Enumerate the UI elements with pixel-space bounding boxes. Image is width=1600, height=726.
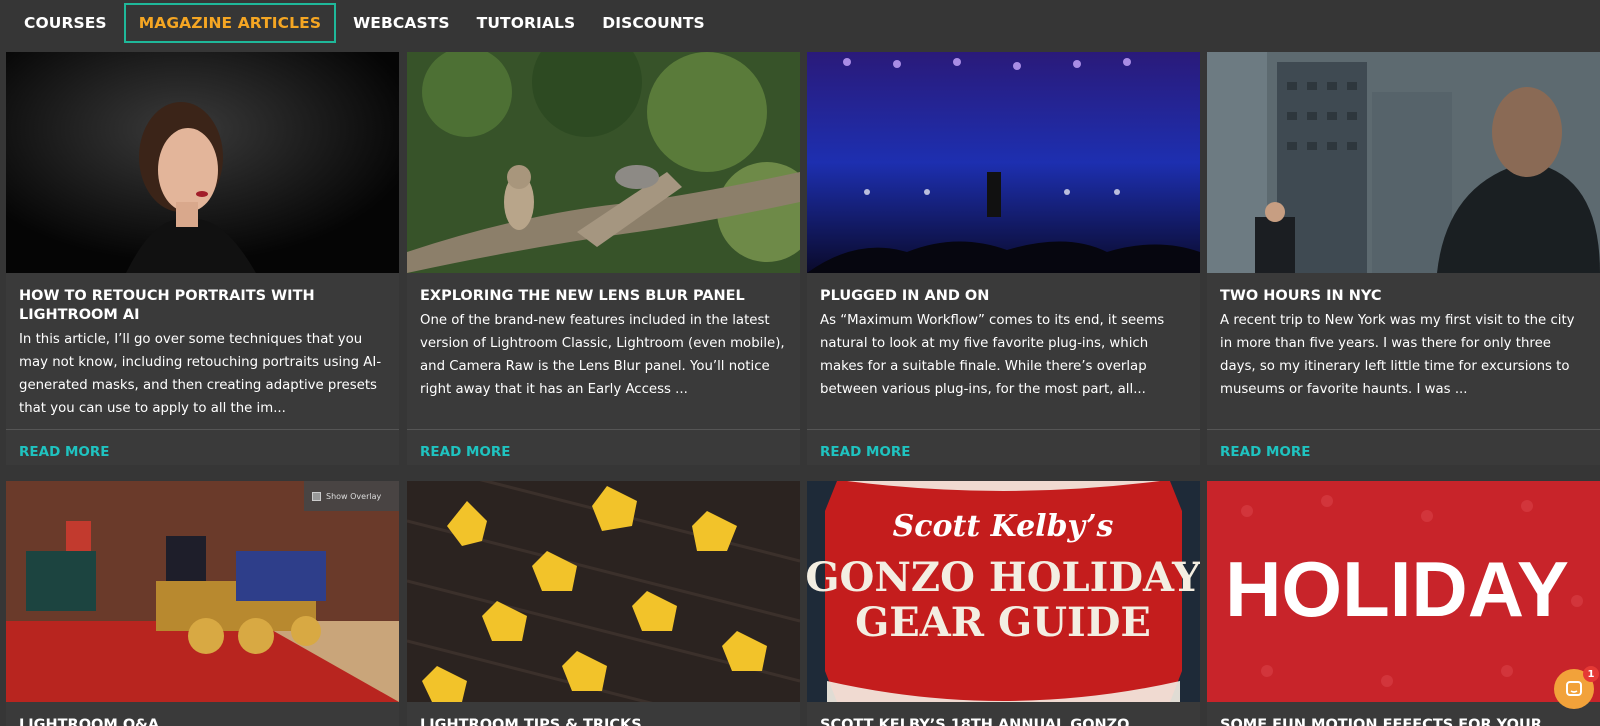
card-divider bbox=[6, 429, 399, 430]
article-title[interactable]: LIGHTROOM TIPS & TRICKS bbox=[407, 702, 800, 726]
read-more-link[interactable]: READ MORE bbox=[19, 444, 110, 460]
read-more-link[interactable]: READ MORE bbox=[1220, 444, 1311, 460]
nav-webcasts[interactable]: WEBCASTS bbox=[343, 5, 460, 41]
article-card[interactable]: Scott Kelby’s GONZO HOLIDAY GEAR GUIDE S… bbox=[807, 481, 1200, 726]
article-image-owl-squirrel[interactable] bbox=[407, 52, 800, 273]
article-image-toy-train[interactable]: Show Overlay bbox=[6, 481, 399, 702]
show-overlay-label: Show Overlay bbox=[326, 491, 382, 501]
article-title[interactable]: SOME FUN MOTION EFFECTS FOR YOUR bbox=[1207, 702, 1600, 726]
article-excerpt: In this article, I’ll go over some techn… bbox=[19, 332, 382, 416]
article-image-holiday[interactable]: HOLIDAY bbox=[1207, 481, 1600, 702]
article-card[interactable]: LIGHTROOM TIPS & TRICKS bbox=[407, 481, 800, 726]
gonzo-title-line1: GONZO HOLIDAY bbox=[807, 554, 1200, 601]
checkbox-icon bbox=[312, 491, 321, 501]
top-navigation: COURSES MAGAZINE ARTICLES WEBCASTS TUTOR… bbox=[0, 0, 1600, 46]
nav-magazine-articles[interactable]: MAGAZINE ARTICLES bbox=[123, 3, 337, 43]
article-image-nyc[interactable] bbox=[1207, 52, 1600, 273]
article-card[interactable]: HOW TO RETOUCH PORTRAITS WITH LIGHTROOM … bbox=[6, 52, 399, 465]
article-card[interactable]: PLUGGED IN AND ON As “Maximum Workflow” … bbox=[807, 52, 1200, 465]
article-card[interactable]: EXPLORING THE NEW LENS BLUR PANEL One of… bbox=[407, 52, 800, 465]
holiday-text: HOLIDAY bbox=[1225, 545, 1569, 633]
show-overlay-checkbox[interactable]: Show Overlay bbox=[304, 481, 399, 511]
article-title[interactable]: HOW TO RETOUCH PORTRAITS WITH LIGHTROOM … bbox=[6, 273, 399, 325]
read-more-link[interactable]: READ MORE bbox=[820, 444, 911, 460]
article-image-concert[interactable] bbox=[807, 52, 1200, 273]
article-image-portrait[interactable] bbox=[6, 52, 399, 273]
read-more-link[interactable]: READ MORE bbox=[420, 444, 511, 460]
article-excerpt: As “Maximum Workflow” comes to its end, … bbox=[820, 313, 1165, 397]
gonzo-title-line2: GEAR GUIDE bbox=[855, 599, 1151, 646]
chat-icon bbox=[1566, 681, 1582, 696]
article-image-autumn-leaves[interactable] bbox=[407, 481, 800, 702]
nav-courses[interactable]: COURSES bbox=[14, 5, 117, 41]
article-excerpt: One of the brand-new features included i… bbox=[420, 313, 785, 397]
gonzo-script-text: Scott Kelby’s bbox=[893, 509, 1114, 544]
article-card[interactable]: Show Overlay LIGHTROOM Q&A bbox=[6, 481, 399, 726]
article-title[interactable]: PLUGGED IN AND ON bbox=[807, 273, 1200, 306]
nav-tutorials[interactable]: TUTORIALS bbox=[467, 5, 586, 41]
card-divider bbox=[1207, 429, 1600, 430]
article-title[interactable]: TWO HOURS IN NYC bbox=[1207, 273, 1600, 306]
article-card[interactable]: TWO HOURS IN NYC A recent trip to New Yo… bbox=[1207, 52, 1600, 465]
card-divider bbox=[807, 429, 1200, 430]
card-divider bbox=[407, 429, 800, 430]
article-title[interactable]: SCOTT KELBY’S 18TH ANNUAL GONZO bbox=[807, 702, 1200, 726]
article-image-gonzo-holiday[interactable]: Scott Kelby’s GONZO HOLIDAY GEAR GUIDE bbox=[807, 481, 1200, 702]
article-excerpt: A recent trip to New York was my first v… bbox=[1220, 313, 1575, 397]
article-title[interactable]: EXPLORING THE NEW LENS BLUR PANEL bbox=[407, 273, 800, 306]
article-card[interactable]: HOLIDAY SOME FUN MOTION EFFECTS FOR YOUR bbox=[1207, 481, 1600, 726]
chat-notification-badge: 1 bbox=[1583, 666, 1599, 682]
nav-discounts[interactable]: DISCOUNTS bbox=[592, 5, 715, 41]
article-title[interactable]: LIGHTROOM Q&A bbox=[6, 702, 399, 726]
